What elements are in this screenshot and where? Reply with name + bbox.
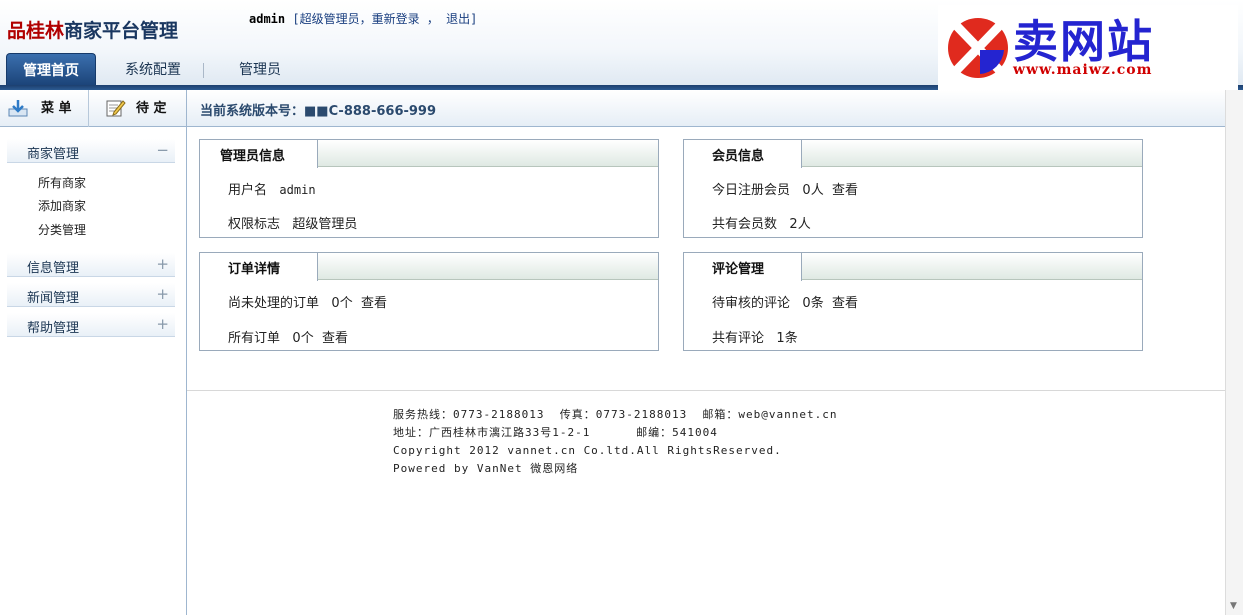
version-label: 当前系统版本号： [200, 104, 305, 119]
sidebar-header: 菜 单 待 定 [0, 90, 186, 127]
collapse-icon[interactable]: − [156, 141, 169, 159]
menu-group-help[interactable]: 帮助管理 + [7, 313, 175, 337]
panel-admin-info: 管理员信息 用户名 admin 权限标志 超级管理员 [199, 139, 659, 238]
today-value: 0人 [802, 183, 824, 198]
pending-comments-row: 待审核的评论 0条 查看 [712, 292, 858, 311]
brand-name-cn: 卖网站 [1013, 15, 1155, 68]
panel-title: 评论管理 [712, 262, 765, 277]
tab-divider [203, 63, 204, 78]
version-text: 当前系统版本号：■■C-888-666-999 [200, 100, 436, 119]
panel-member-info: 会员信息 今日注册会员 0人 查看 共有会员数 2人 [683, 139, 1143, 238]
scroll-down-icon[interactable]: ▼ [1230, 601, 1237, 611]
role-label: 权限标志 [228, 217, 281, 232]
brand-logo: 卖网站 www.maiwz.com [938, 5, 1238, 90]
pending-comments-value: 0条 [802, 296, 824, 311]
menu-group-info[interactable]: 信息管理 + [7, 253, 175, 277]
edit-note-icon [106, 100, 126, 117]
header-divider [88, 90, 89, 127]
total-comments-label: 共有评论 [712, 331, 765, 346]
footer-divider [187, 390, 1225, 391]
tab-admin-home[interactable]: 管理首页 [6, 53, 96, 85]
relogin-link[interactable]: 重新登录 [372, 12, 420, 26]
pending-comments-label: 待审核的评论 [712, 296, 791, 311]
today-members-row: 今日注册会员 0人 查看 [712, 179, 858, 198]
logo-part2: 商家平台管理 [64, 20, 179, 42]
separator: ， [419, 12, 439, 26]
total-members-row: 共有会员数 2人 [712, 213, 811, 232]
all-orders-label: 所有订单 [228, 331, 281, 346]
logo-part1: 品桂林 [7, 20, 65, 42]
pending-orders-row: 尚未处理的订单 0个 查看 [228, 292, 387, 311]
expand-icon[interactable]: + [156, 285, 169, 303]
panel-tab: 评论管理 [684, 253, 802, 281]
main-content: 当前系统版本号：■■C-888-666-999 管理员信息 用户名 admin … [187, 90, 1225, 615]
vertical-scrollbar[interactable]: ▼ [1225, 90, 1243, 615]
separator: ， [359, 12, 372, 26]
panel-tab: 管理员信息 [200, 140, 318, 168]
panel-tab: 会员信息 [684, 140, 802, 168]
all-orders-row: 所有订单 0个 查看 [228, 327, 348, 346]
total-comments-row: 共有评论 1条 [712, 327, 798, 346]
footer: 服务热线：0773-2188013 传真：0773-2188013 邮箱：web… [393, 406, 838, 478]
footer-copyright: Copyright 2012 vannet.cn Co.ltd.All Righ… [393, 444, 782, 457]
sidebar-item-all-merchants[interactable]: 所有商家 [38, 174, 86, 191]
pending-orders-value: 0个 [331, 296, 353, 311]
sidebar-item-add-merchant[interactable]: 添加商家 [38, 197, 86, 214]
current-username: admin [249, 12, 286, 26]
footer-contact: 服务热线：0773-2188013 传真：0773-2188013 邮箱：web… [393, 408, 838, 421]
admin-role-row: 权限标志 超级管理员 [228, 213, 357, 232]
sidebar: 菜 单 待 定 商家管理 − 所有商家 添加商家 分类管理 信息管理 + 新闻管… [0, 90, 187, 615]
expand-icon[interactable]: + [156, 255, 169, 273]
sidebar-item-category[interactable]: 分类管理 [38, 221, 86, 238]
admin-username-row: 用户名 admin [228, 179, 316, 198]
role-link[interactable]: 超级管理员 [300, 12, 360, 26]
menu-group-label: 新闻管理 [27, 291, 80, 306]
version-value: ■■C-888-666-999 [304, 104, 437, 119]
user-bar: admin [超级管理员，重新登录 ， 退出] [249, 10, 477, 27]
app-logo: 品桂林商家平台管理 [7, 16, 178, 43]
view-today-link[interactable]: 查看 [832, 183, 858, 198]
tab-administrators[interactable]: 管理员 [221, 53, 299, 85]
panel-title: 会员信息 [712, 149, 765, 164]
panel-comments: 评论管理 待审核的评论 0条 查看 共有评论 1条 [683, 252, 1143, 351]
bracket-close: ] [470, 12, 478, 26]
footer-address: 地址：广西桂林市漓江路33号1-2-1 邮编：541004 [393, 426, 718, 439]
brand-x-icon [947, 16, 1009, 80]
total-comments-value: 1条 [776, 331, 798, 346]
menu-group-label: 商家管理 [27, 147, 80, 162]
brand-url: www.maiwz.com [1013, 62, 1153, 78]
tab-system-config[interactable]: 系统配置 [108, 53, 198, 85]
panel-title: 订单详情 [228, 262, 281, 277]
pending-orders-label: 尚未处理的订单 [228, 296, 320, 311]
view-pending-orders-link[interactable]: 查看 [361, 296, 387, 311]
download-icon [8, 100, 28, 117]
menu-group-news[interactable]: 新闻管理 + [7, 283, 175, 307]
panel-title: 管理员信息 [220, 149, 286, 164]
bracket-open: [ [292, 12, 300, 26]
menu-group-label: 帮助管理 [27, 321, 80, 336]
logout-link[interactable]: 退出 [446, 12, 470, 26]
view-all-orders-link[interactable]: 查看 [322, 331, 348, 346]
role-value: 超级管理员 [292, 217, 358, 232]
panel-tab: 订单详情 [200, 253, 318, 281]
footer-powered-by: Powered by VanNet 微恩网络 [393, 462, 579, 475]
today-label: 今日注册会员 [712, 183, 791, 198]
total-label: 共有会员数 [712, 217, 778, 232]
username-value: admin [279, 183, 316, 197]
header: 品桂林商家平台管理 admin [超级管理员，重新登录 ， 退出] 管理首页 系… [0, 0, 1243, 90]
all-orders-value: 0个 [292, 331, 314, 346]
username-label: 用户名 [228, 183, 268, 198]
version-bar: 当前系统版本号：■■C-888-666-999 [187, 90, 1225, 127]
menu-button-label: 菜 单 [41, 101, 72, 116]
pending-button-label: 待 定 [136, 101, 167, 116]
panel-orders: 订单详情 尚未处理的订单 0个 查看 所有订单 0个 查看 [199, 252, 659, 351]
menu-group-label: 信息管理 [27, 261, 80, 276]
total-value: 2人 [789, 217, 811, 232]
menu-group-merchant[interactable]: 商家管理 − [7, 139, 175, 163]
expand-icon[interactable]: + [156, 315, 169, 333]
view-pending-comments-link[interactable]: 查看 [832, 296, 858, 311]
